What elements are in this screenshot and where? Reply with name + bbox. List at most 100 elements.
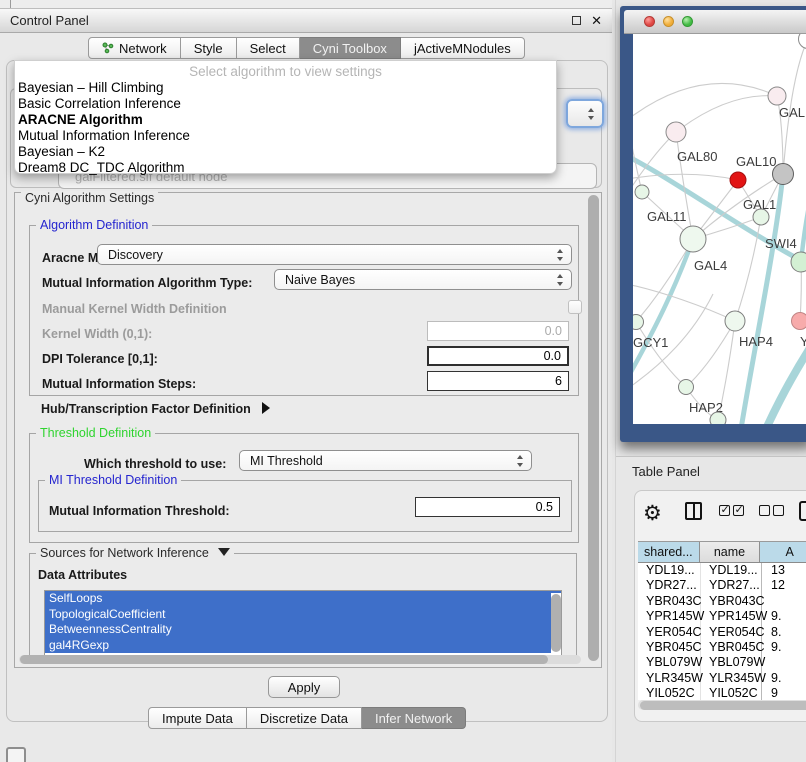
tab-cyni-toolbox[interactable]: Cyni Toolbox [300,37,401,59]
data-attributes-label: Data Attributes [38,568,127,582]
sources-group-title[interactable]: Sources for Network Inference [36,546,234,560]
algorithm-option[interactable]: ARACNE Algorithm [18,112,553,128]
tab-select[interactable]: Select [237,37,300,59]
mi-type-combo[interactable]: Naive Bayes [274,269,572,290]
network-window-titlebar[interactable] [624,10,806,34]
table-row[interactable]: YBL079WYBL079W [638,655,806,670]
network-node-hap2[interactable] [679,380,694,395]
network-node-y[interactable] [792,313,806,330]
bottom-tab-discretize-data[interactable]: Discretize Data [247,707,362,729]
table-row[interactable]: YBR043CYBR043C [638,594,806,609]
network-node-gcy1[interactable] [633,315,644,330]
dpi-tolerance-field[interactable]: 0.0 [427,346,569,366]
network-edge[interactable] [801,162,806,262]
manual-kernel-checkbox [568,300,582,314]
panel-splitter[interactable] [615,0,616,762]
algorithm-dropdown-items: Bayesian – Hill ClimbingBasic Correlatio… [18,80,553,176]
hub-definition-label: Hub/Transcription Factor Definition [41,402,251,416]
bottom-tab-impute-data[interactable]: Impute Data [148,707,247,729]
network-node[interactable] [710,412,726,424]
mi-steps-field[interactable]: 6 [427,371,569,391]
tab-network[interactable]: Network [88,37,181,59]
table-row[interactable]: YDR27...YDR27...12 [638,578,806,593]
algorithm-dropdown-popup: Select algorithm to view settings Bayesi… [14,60,557,174]
float-window-icon[interactable] [572,16,581,25]
network-node-gal[interactable] [768,87,786,105]
data-attribute-item[interactable]: BetweennessCentrality [45,622,561,638]
close-icon[interactable]: ✕ [591,14,602,27]
table-row[interactable]: YPR145WYPR145W9. [638,609,806,624]
tab-style[interactable]: Style [181,37,237,59]
columns-icon[interactable] [685,502,702,520]
table-row[interactable]: YER054CYER054C8. [638,625,806,640]
algorithm-combo-focused-cap[interactable] [566,99,604,128]
cyni-settings-panel: Cyni Algorithm Settings Algorithm Defini… [14,192,602,668]
algorithm-option[interactable]: Basic Correlation Inference [18,96,553,112]
network-node-label: GAL11 [647,209,687,224]
attributes-scrollbar[interactable] [551,593,561,653]
algorithm-option[interactable]: Mutual Information Inference [18,128,553,144]
network-node-label: GCY1 [633,335,668,350]
gear-icon[interactable]: ⚙ [643,499,662,529]
network-node-swi4[interactable] [791,252,806,272]
network-node-hap4[interactable] [725,311,745,331]
network-node-label: GAL10 [736,154,776,169]
hub-definition-toggle[interactable]: Hub/Transcription Factor Definition [41,402,270,416]
apply-button[interactable]: Apply [268,676,340,698]
algorithm-option[interactable]: Bayesian – Hill Climbing [18,80,553,96]
tab-jactivemnodules[interactable]: jActiveMNodules [401,37,525,59]
network-edge[interactable] [633,174,738,180]
network-node-gal80[interactable] [666,122,686,142]
which-threshold-value: MI Threshold [250,454,323,468]
bottom-tab-infer-network[interactable]: Infer Network [362,707,466,729]
network-canvas[interactable]: GALGAL80GAL10GAL11GAL1GAL4SWI4GCY1HAP4YH… [633,34,806,424]
which-threshold-combo[interactable]: MI Threshold [239,450,532,471]
stepper-icon [557,249,564,261]
table-header: shared...nameA [638,541,806,563]
zoom-traffic-light-icon[interactable] [682,16,693,27]
network-edge[interactable] [633,239,693,379]
network-edge[interactable] [676,96,777,132]
table-panel-title: Table Panel [632,464,700,479]
mi-threshold-field[interactable]: 0.5 [415,497,560,517]
network-node[interactable] [730,172,746,188]
data-attribute-item[interactable]: gal4RGexp [45,638,561,654]
network-edge[interactable] [686,321,735,387]
dock-panel-icon[interactable] [6,747,26,762]
mi-steps-value: 6 [555,374,562,388]
network-node-label: GAL80 [677,149,717,164]
table-row[interactable]: YDL19...YDL19...13 [638,563,806,578]
settings-horizontal-scrollbar[interactable] [19,655,581,664]
network-node-gal11[interactable] [635,185,649,199]
settings-vertical-scrollbar[interactable] [588,195,599,661]
algorithm-option[interactable]: Dream8 DC_TDC Algorithm [18,160,553,176]
network-node-gal4[interactable] [680,226,706,252]
aracne-mode-combo[interactable]: Discovery [97,244,572,265]
network-view-window: GALGAL80GAL10GAL11GAL1GAL4SWI4GCY1HAP4YH… [620,6,806,442]
table-row[interactable]: YIL052CYIL052C9 [638,686,806,700]
table-body: YDL19...YDL19...13YDR27...YDR27...12YBR0… [638,563,806,700]
table-row[interactable]: YLR345WYLR345W9. [638,671,806,686]
data-attributes-list: SelfLoopsTopologicalCoefficientBetweenne… [44,590,562,656]
table-toolbar: ⚙ [635,491,806,541]
column-header-1[interactable]: shared... [638,542,700,562]
minimize-traffic-light-icon[interactable] [663,16,674,27]
data-attribute-item[interactable]: SelfLoops [45,591,561,607]
threshold-definition-title: Threshold Definition [36,426,155,440]
table-horizontal-scrollbar[interactable] [638,700,806,710]
network-node[interactable] [799,34,806,49]
network-node-label: SWI4 [765,236,797,251]
algorithm-option[interactable]: Bayesian – K2 [18,144,553,160]
data-attribute-item[interactable]: TopologicalCoefficient [45,607,561,623]
column-header-3[interactable]: A [760,542,806,562]
close-traffic-light-icon[interactable] [644,16,655,27]
network-edge[interactable] [633,284,735,321]
table-row[interactable]: YBR045CYBR045C9. [638,640,806,655]
deselect-all-columns-icon[interactable] [759,505,784,516]
column-header-2[interactable]: name [700,542,761,562]
chevron-down-icon [218,548,230,556]
chevron-right-icon [262,402,270,414]
select-all-columns-icon[interactable] [719,505,744,516]
network-edge[interactable] [633,83,777,120]
new-table-icon[interactable] [799,501,806,521]
